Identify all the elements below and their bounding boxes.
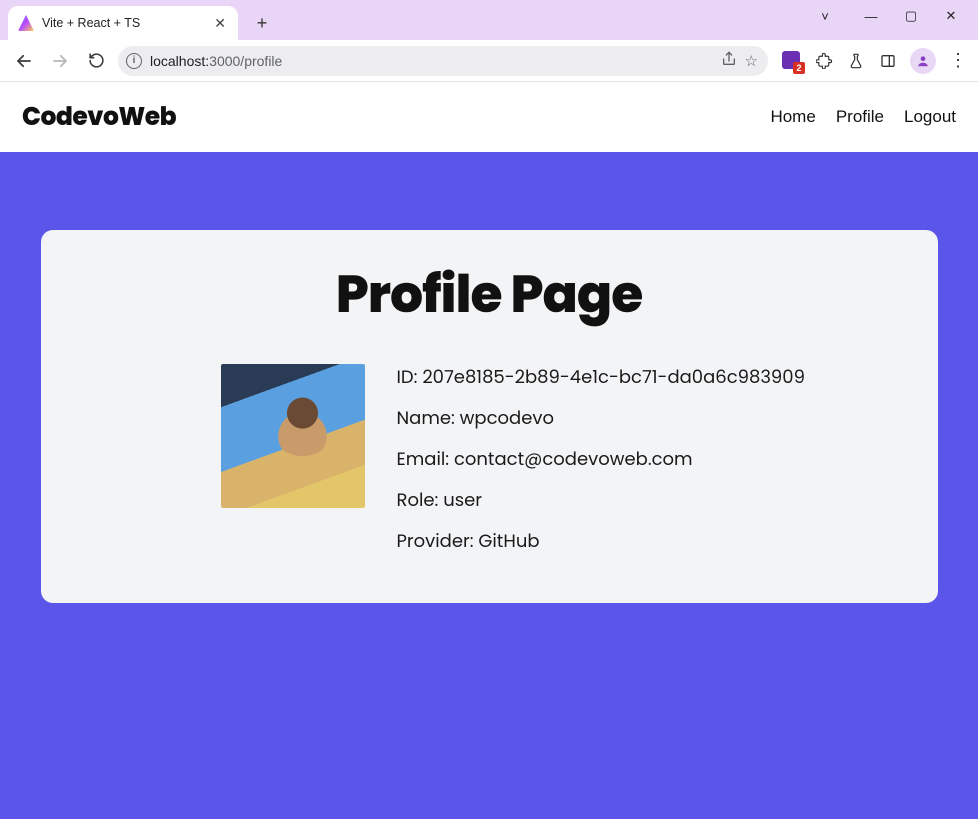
value-role: user [443, 488, 482, 513]
browser-menu-button[interactable]: ⋮ [948, 50, 968, 71]
tab-close-icon[interactable]: ✕ [214, 16, 226, 30]
value-provider: GitHub [478, 529, 539, 554]
browser-tab[interactable]: Vite + React + TS ✕ [8, 6, 238, 40]
profile-details: ID: 207e8185-2b89-4e1c-bc71-da0a6c983909… [397, 364, 805, 555]
extensions-area: 2 ⋮ [776, 48, 968, 74]
bookmark-star-icon[interactable]: ☆ [745, 52, 758, 70]
profile-card: Profile Page ID: 207e8185-2b89-4e1c-bc71… [41, 230, 938, 603]
detail-name: Name: wpcodevo [397, 405, 805, 432]
extension-badge-count: 2 [793, 62, 805, 74]
page-hero: Profile Page ID: 207e8185-2b89-4e1c-bc71… [0, 152, 978, 819]
value-email: contact@codevoweb.com [454, 447, 693, 472]
profile-photo [221, 364, 365, 508]
window-minimize-button[interactable]: ― [862, 9, 880, 24]
nav-forward-button[interactable] [46, 47, 74, 75]
labs-flask-icon[interactable] [846, 51, 866, 71]
label-provider: Provider: [397, 529, 474, 554]
value-id: 207e8185-2b89-4e1c-bc71-da0a6c983909 [422, 365, 805, 390]
label-id: ID: [397, 365, 418, 390]
label-email: Email: [397, 447, 450, 472]
site-info-icon[interactable]: i [126, 53, 142, 69]
page-title: Profile Page [81, 256, 898, 334]
url-path: 3000/profile [209, 53, 282, 69]
address-bar[interactable]: i localhost:3000/profile ☆ [118, 46, 768, 76]
tab-title: Vite + React + TS [42, 16, 140, 30]
label-role: Role: [397, 488, 439, 513]
side-panel-icon[interactable] [878, 51, 898, 71]
nav-reload-button[interactable] [82, 47, 110, 75]
profile-avatar-button[interactable] [910, 48, 936, 74]
url-host: localhost: [150, 53, 209, 69]
detail-email: Email: contact@codevoweb.com [397, 446, 805, 473]
url-text: localhost:3000/profile [150, 53, 282, 69]
window-maximize-button[interactable]: ▢ [902, 8, 920, 24]
nav-link-logout[interactable]: Logout [904, 107, 956, 127]
new-tab-button[interactable]: + [248, 9, 276, 37]
window-close-button[interactable]: ✕ [942, 8, 960, 24]
detail-role: Role: user [397, 487, 805, 514]
browser-titlebar: Vite + React + TS ✕ + ˅ ― ▢ ✕ [0, 0, 978, 40]
profile-row: ID: 207e8185-2b89-4e1c-bc71-da0a6c983909… [81, 364, 898, 555]
extensions-puzzle-icon[interactable] [814, 51, 834, 71]
chevron-down-icon[interactable]: ˅ [816, 9, 834, 24]
nav-back-button[interactable] [10, 47, 38, 75]
detail-provider: Provider: GitHub [397, 528, 805, 555]
window-controls: ˅ ― ▢ ✕ [798, 0, 978, 32]
value-name: wpcodevo [460, 406, 554, 431]
site-nav: Home Profile Logout [770, 107, 956, 127]
site-brand[interactable]: CodevoWeb [22, 98, 176, 136]
nav-link-home[interactable]: Home [770, 107, 815, 127]
site-header: CodevoWeb Home Profile Logout [0, 82, 978, 152]
detail-id: ID: 207e8185-2b89-4e1c-bc71-da0a6c983909 [397, 364, 805, 391]
nav-link-profile[interactable]: Profile [836, 107, 884, 127]
share-icon[interactable] [721, 51, 737, 71]
vite-favicon-icon [18, 15, 34, 31]
label-name: Name: [397, 406, 455, 431]
browser-toolbar: i localhost:3000/profile ☆ 2 ⋮ [0, 40, 978, 82]
page-viewport: CodevoWeb Home Profile Logout Profile Pa… [0, 82, 978, 819]
extension-badge-icon[interactable]: 2 [782, 51, 802, 71]
